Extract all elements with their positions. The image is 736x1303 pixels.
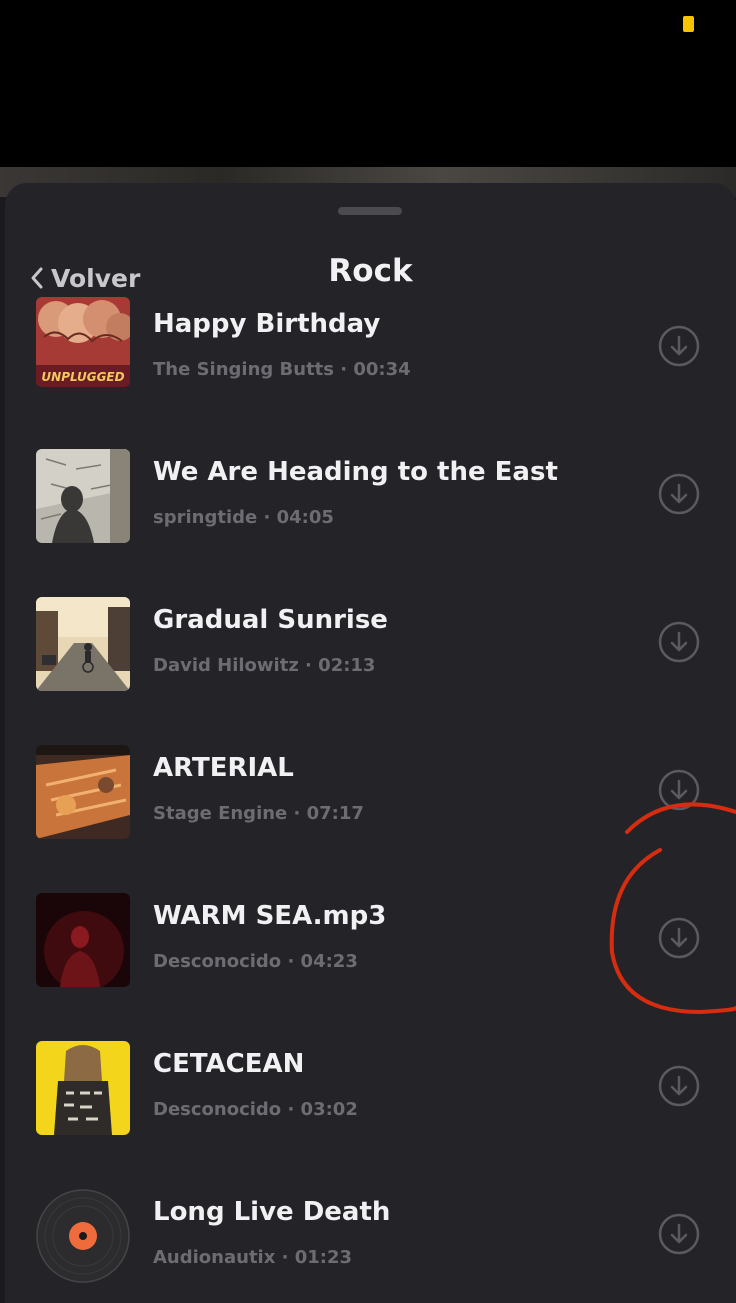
song-subtitle: The Singing Butts · 00:34 [153, 359, 411, 380]
status-bar [0, 0, 736, 167]
song-row[interactable]: ARTERIAL Stage Engine · 07:17 [5, 745, 736, 893]
album-cover [36, 597, 130, 691]
song-title: CETACEAN [153, 1049, 305, 1079]
sheet-grabber[interactable] [338, 207, 402, 215]
album-cover [36, 745, 130, 839]
bottom-sheet: Volver Rock UNPLUGGED Happy Birthday The… [5, 183, 736, 1303]
album-cover [36, 1041, 130, 1135]
song-subtitle: springtide · 04:05 [153, 507, 334, 528]
status-indicator-icon [683, 16, 694, 32]
download-icon[interactable] [658, 917, 700, 959]
song-subtitle: David Hilowitz · 02:13 [153, 655, 376, 676]
album-cover: UNPLUGGED [36, 297, 130, 387]
download-icon[interactable] [658, 1065, 700, 1107]
download-icon[interactable] [658, 621, 700, 663]
song-row[interactable]: Gradual Sunrise David Hilowitz · 02:13 [5, 597, 736, 745]
page-title: Rock [328, 253, 413, 289]
download-icon[interactable] [658, 769, 700, 811]
song-row[interactable]: CETACEAN Desconocido · 03:02 [5, 1041, 736, 1189]
album-cover [36, 1189, 130, 1283]
song-row[interactable]: Long Live Death Audionautix · 01:23 [5, 1189, 736, 1303]
song-title: Long Live Death [153, 1197, 391, 1227]
download-icon[interactable] [658, 325, 700, 367]
song-subtitle: Stage Engine · 07:17 [153, 803, 364, 824]
song-subtitle: Desconocido · 03:02 [153, 1099, 358, 1120]
song-title: Gradual Sunrise [153, 605, 388, 635]
song-title: Happy Birthday [153, 309, 381, 339]
song-subtitle: Desconocido · 04:23 [153, 951, 358, 972]
song-title: WARM SEA.mp3 [153, 901, 387, 931]
song-row[interactable]: WARM SEA.mp3 Desconocido · 04:23 [5, 893, 736, 1041]
song-title: ARTERIAL [153, 753, 294, 783]
cover-logo-text: UNPLUGGED [41, 370, 124, 384]
album-cover [36, 449, 130, 543]
song-subtitle: Audionautix · 01:23 [153, 1247, 352, 1268]
download-icon[interactable] [658, 1213, 700, 1255]
song-row[interactable]: UNPLUGGED Happy Birthday The Singing But… [5, 297, 736, 449]
song-title: We Are Heading to the East [153, 457, 558, 487]
album-cover [36, 893, 130, 987]
download-icon[interactable] [658, 473, 700, 515]
vinyl-record-icon [36, 1189, 130, 1283]
song-row[interactable]: We Are Heading to the East springtide · … [5, 449, 736, 597]
